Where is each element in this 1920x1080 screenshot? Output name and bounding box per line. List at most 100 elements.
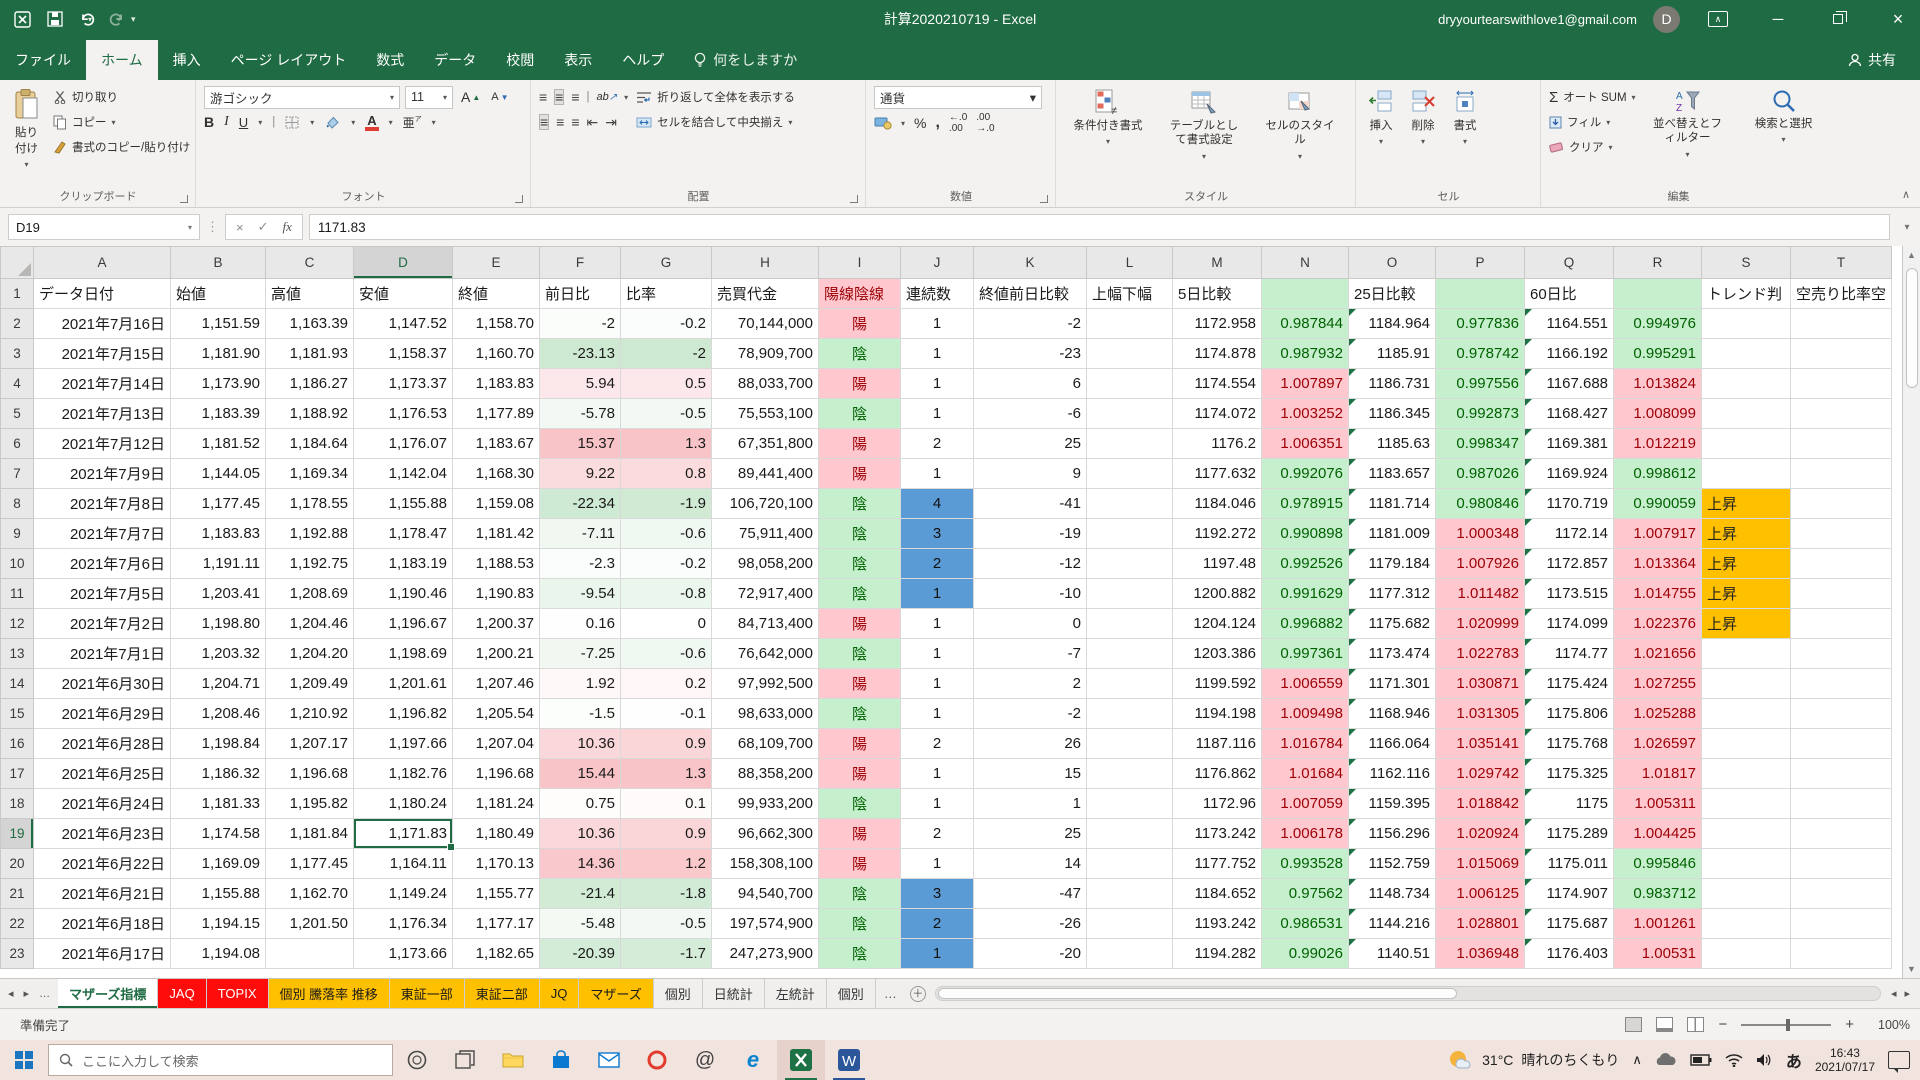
minimize-button[interactable]: ─	[1756, 0, 1800, 38]
cell-A3[interactable]: 2021年7月15日	[34, 339, 171, 369]
row-header-1[interactable]: 1	[1, 279, 34, 309]
cell-I16[interactable]: 陽	[819, 729, 901, 759]
sheet-tab-6[interactable]: JQ	[540, 979, 580, 1008]
cell-S10[interactable]: 上昇	[1702, 549, 1791, 579]
cell-Q20[interactable]: 1175.011	[1525, 849, 1614, 879]
cell-C2[interactable]: 1,163.39	[266, 309, 354, 339]
cell-R1[interactable]	[1614, 279, 1702, 309]
cell-R13[interactable]: 1.021656	[1614, 639, 1702, 669]
select-all-corner[interactable]	[1, 247, 34, 279]
cell-Q2[interactable]: 1164.551	[1525, 309, 1614, 339]
cell-G18[interactable]: 0.1	[621, 789, 712, 819]
cell-S2[interactable]	[1702, 309, 1791, 339]
conditional-formatting-button[interactable]: ≠ 条件付き書式▾	[1064, 86, 1152, 149]
row-header-21[interactable]: 21	[1, 879, 34, 909]
close-button[interactable]: ×	[1876, 0, 1920, 38]
volume-icon[interactable]	[1756, 1053, 1773, 1067]
fill-color-button[interactable]	[324, 115, 341, 130]
cell-F8[interactable]: -22.34	[540, 489, 621, 519]
cell-C10[interactable]: 1,192.75	[266, 549, 354, 579]
cell-J4[interactable]: 1	[901, 369, 974, 399]
cell-P15[interactable]: 1.031305	[1436, 699, 1525, 729]
cell-H23[interactable]: 247,273,900	[712, 939, 819, 969]
cell-J23[interactable]: 1	[901, 939, 974, 969]
col-header-T[interactable]: T	[1791, 247, 1892, 279]
cell-M14[interactable]: 1199.592	[1173, 669, 1262, 699]
weather-widget[interactable]: 31°C 晴れのちくもり	[1448, 1048, 1619, 1072]
cell-F3[interactable]: -23.13	[540, 339, 621, 369]
cell-Q17[interactable]: 1175.325	[1525, 759, 1614, 789]
cell-T7[interactable]	[1791, 459, 1892, 489]
cell-O16[interactable]: 1166.064	[1349, 729, 1436, 759]
cell-M9[interactable]: 1192.272	[1173, 519, 1262, 549]
row-header-7[interactable]: 7	[1, 459, 34, 489]
cell-F9[interactable]: -7.11	[540, 519, 621, 549]
cell-T8[interactable]	[1791, 489, 1892, 519]
cell-A19[interactable]: 2021年6月23日	[34, 819, 171, 849]
cell-M5[interactable]: 1174.072	[1173, 399, 1262, 429]
col-header-R[interactable]: R	[1614, 247, 1702, 279]
cell-J10[interactable]: 2	[901, 549, 974, 579]
cell-I14[interactable]: 陽	[819, 669, 901, 699]
cell-R22[interactable]: 1.001261	[1614, 909, 1702, 939]
cell-T18[interactable]	[1791, 789, 1892, 819]
cell-K23[interactable]: -20	[974, 939, 1087, 969]
col-header-D[interactable]: D	[354, 247, 453, 279]
cell-D5[interactable]: 1,176.53	[354, 399, 453, 429]
store-button[interactable]	[537, 1040, 585, 1080]
cell-P17[interactable]: 1.029742	[1436, 759, 1525, 789]
cell-A4[interactable]: 2021年7月14日	[34, 369, 171, 399]
cell-K20[interactable]: 14	[974, 849, 1087, 879]
row-header-4[interactable]: 4	[1, 369, 34, 399]
cell-N5[interactable]: 1.003252	[1262, 399, 1349, 429]
cell-L7[interactable]	[1087, 459, 1173, 489]
cell-F6[interactable]: 15.37	[540, 429, 621, 459]
cell-B21[interactable]: 1,155.88	[171, 879, 266, 909]
cell-M10[interactable]: 1197.48	[1173, 549, 1262, 579]
cell-E21[interactable]: 1,155.77	[453, 879, 540, 909]
cell-J20[interactable]: 1	[901, 849, 974, 879]
cell-I11[interactable]: 陰	[819, 579, 901, 609]
cell-G14[interactable]: 0.2	[621, 669, 712, 699]
cell-J22[interactable]: 2	[901, 909, 974, 939]
cell-D1[interactable]: 安値	[354, 279, 453, 309]
col-header-B[interactable]: B	[171, 247, 266, 279]
cell-F15[interactable]: -1.5	[540, 699, 621, 729]
cell-A12[interactable]: 2021年7月2日	[34, 609, 171, 639]
cell-I20[interactable]: 陽	[819, 849, 901, 879]
tab-review[interactable]: 校閲	[491, 40, 549, 80]
cell-J5[interactable]: 1	[901, 399, 974, 429]
row-header-22[interactable]: 22	[1, 909, 34, 939]
cell-S7[interactable]	[1702, 459, 1791, 489]
cell-T6[interactable]	[1791, 429, 1892, 459]
col-header-K[interactable]: K	[974, 247, 1087, 279]
cell-R20[interactable]: 0.995846	[1614, 849, 1702, 879]
sheet-tab-9[interactable]: 日統計	[703, 979, 765, 1008]
col-header-F[interactable]: F	[540, 247, 621, 279]
cell-B5[interactable]: 1,183.39	[171, 399, 266, 429]
cell-H10[interactable]: 98,058,200	[712, 549, 819, 579]
cell-C6[interactable]: 1,184.64	[266, 429, 354, 459]
bold-button[interactable]: B	[204, 114, 214, 130]
cell-B18[interactable]: 1,181.33	[171, 789, 266, 819]
cell-C20[interactable]: 1,177.45	[266, 849, 354, 879]
cell-Q23[interactable]: 1176.403	[1525, 939, 1614, 969]
cell-styles-button[interactable]: セルのスタイル▾	[1256, 86, 1344, 164]
onedrive-icon[interactable]	[1655, 1053, 1677, 1067]
cell-R14[interactable]: 1.027255	[1614, 669, 1702, 699]
cell-D15[interactable]: 1,196.82	[354, 699, 453, 729]
cell-S20[interactable]	[1702, 849, 1791, 879]
cell-E4[interactable]: 1,183.83	[453, 369, 540, 399]
cell-R12[interactable]: 1.022376	[1614, 609, 1702, 639]
vertical-scroll-thumb[interactable]	[1906, 268, 1918, 388]
cell-B8[interactable]: 1,177.45	[171, 489, 266, 519]
cell-I10[interactable]: 陰	[819, 549, 901, 579]
cell-E16[interactable]: 1,207.04	[453, 729, 540, 759]
cell-H21[interactable]: 94,540,700	[712, 879, 819, 909]
cell-R2[interactable]: 0.994976	[1614, 309, 1702, 339]
cell-T2[interactable]	[1791, 309, 1892, 339]
battery-icon[interactable]	[1690, 1054, 1712, 1066]
start-button[interactable]	[0, 1040, 48, 1080]
cell-O21[interactable]: 1148.734	[1349, 879, 1436, 909]
cell-E20[interactable]: 1,170.13	[453, 849, 540, 879]
